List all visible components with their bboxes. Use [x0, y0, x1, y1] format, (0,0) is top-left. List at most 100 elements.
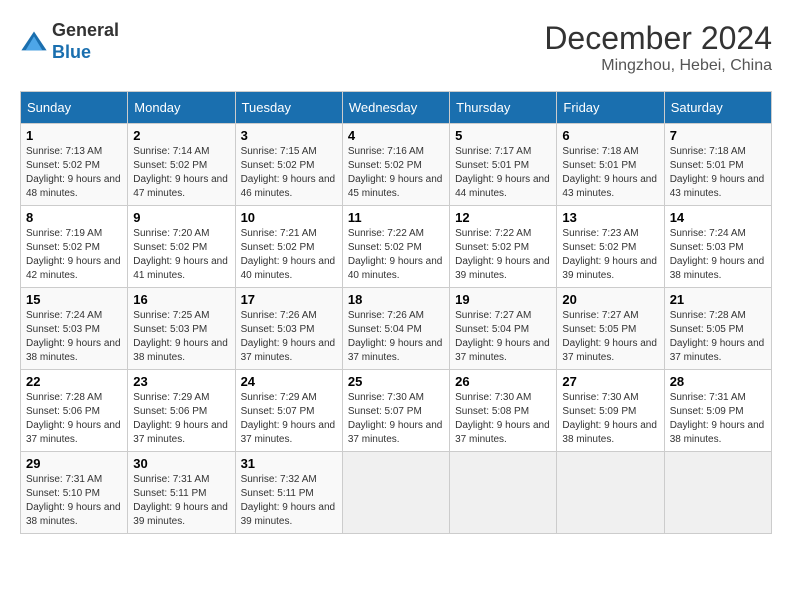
- day-number: 30: [133, 456, 229, 471]
- calendar-cell: 25 Sunrise: 7:30 AMSunset: 5:07 PMDayligh…: [342, 370, 449, 452]
- logo: General Blue: [20, 20, 119, 63]
- calendar-cell: 28 Sunrise: 7:31 AMSunset: 5:09 PMDayligh…: [664, 370, 771, 452]
- day-info: Sunrise: 7:30 AMSunset: 5:09 PMDaylight:…: [562, 391, 658, 447]
- day-number: 15: [26, 292, 122, 307]
- calendar-cell: [664, 452, 771, 534]
- day-number: 5: [455, 128, 551, 143]
- day-number: 21: [670, 292, 766, 307]
- weekday-header-thursday: Thursday: [450, 92, 557, 124]
- day-info: Sunrise: 7:30 AMSunset: 5:07 PMDaylight:…: [348, 391, 444, 447]
- calendar-cell: 9 Sunrise: 7:20 AMSunset: 5:02 PMDaylight…: [128, 206, 235, 288]
- calendar-cell: [450, 452, 557, 534]
- day-number: 23: [133, 374, 229, 389]
- day-number: 12: [455, 210, 551, 225]
- weekday-header-wednesday: Wednesday: [342, 92, 449, 124]
- weekday-header-friday: Friday: [557, 92, 664, 124]
- calendar-cell: 6 Sunrise: 7:18 AMSunset: 5:01 PMDaylight…: [557, 124, 664, 206]
- calendar-cell: 8Sunrise: 7:19 AMSunset: 5:02 PMDaylight…: [21, 206, 128, 288]
- calendar-table: SundayMondayTuesdayWednesdayThursdayFrid…: [20, 91, 772, 534]
- day-info: Sunrise: 7:16 AMSunset: 5:02 PMDaylight:…: [348, 145, 444, 201]
- day-info: Sunrise: 7:29 AMSunset: 5:07 PMDaylight:…: [241, 391, 337, 447]
- day-info: Sunrise: 7:31 AMSunset: 5:09 PMDaylight:…: [670, 391, 766, 447]
- calendar-cell: 15 Sunrise: 7:24 AMSunset: 5:03 PMDayligh…: [21, 288, 128, 370]
- day-info: Sunrise: 7:23 AMSunset: 5:02 PMDaylight:…: [562, 227, 658, 283]
- day-info: Sunrise: 7:14 AMSunset: 5:02 PMDaylight:…: [133, 145, 229, 201]
- day-info: Sunrise: 7:31 AMSunset: 5:11 PMDaylight:…: [133, 473, 229, 529]
- day-number: 6: [562, 128, 658, 143]
- day-info: Sunrise: 7:25 AMSunset: 5:03 PMDaylight:…: [133, 309, 229, 365]
- calendar-cell: 16 Sunrise: 7:25 AMSunset: 5:03 PMDayligh…: [128, 288, 235, 370]
- page-header: General Blue December 2024 Mingzhou, Heb…: [20, 20, 772, 75]
- day-info: Sunrise: 7:27 AMSunset: 5:04 PMDaylight:…: [455, 309, 551, 365]
- day-info: Sunrise: 7:22 AMSunset: 5:02 PMDaylight:…: [455, 227, 551, 283]
- day-info: Sunrise: 7:22 AMSunset: 5:02 PMDaylight:…: [348, 227, 444, 283]
- title-block: December 2024 Mingzhou, Hebei, China: [544, 20, 772, 75]
- day-number: 19: [455, 292, 551, 307]
- day-number: 28: [670, 374, 766, 389]
- day-number: 29: [26, 456, 122, 471]
- calendar-cell: 26 Sunrise: 7:30 AMSunset: 5:08 PMDayligh…: [450, 370, 557, 452]
- day-number: 18: [348, 292, 444, 307]
- calendar-cell: 5Sunrise: 7:17 AMSunset: 5:01 PMDaylight…: [450, 124, 557, 206]
- day-info: Sunrise: 7:24 AMSunset: 5:03 PMDaylight:…: [26, 309, 122, 365]
- calendar-cell: 11 Sunrise: 7:22 AMSunset: 5:02 PMDayligh…: [342, 206, 449, 288]
- calendar-cell: 1 Sunrise: 7:13 AMSunset: 5:02 PMDaylight…: [21, 124, 128, 206]
- day-number: 16: [133, 292, 229, 307]
- day-number: 26: [455, 374, 551, 389]
- calendar-cell: 4 Sunrise: 7:16 AMSunset: 5:02 PMDaylight…: [342, 124, 449, 206]
- logo-icon: [20, 28, 48, 56]
- day-number: 17: [241, 292, 337, 307]
- day-info: Sunrise: 7:13 AMSunset: 5:02 PMDaylight:…: [26, 145, 122, 201]
- calendar-cell: 20 Sunrise: 7:27 AMSunset: 5:05 PMDayligh…: [557, 288, 664, 370]
- location: Mingzhou, Hebei, China: [544, 57, 772, 75]
- calendar-cell: 12 Sunrise: 7:22 AMSunset: 5:02 PMDayligh…: [450, 206, 557, 288]
- day-number: 20: [562, 292, 658, 307]
- calendar-cell: 21Sunrise: 7:28 AMSunset: 5:05 PMDayligh…: [664, 288, 771, 370]
- calendar-week-5: 29Sunrise: 7:31 AMSunset: 5:10 PMDayligh…: [21, 452, 772, 534]
- day-info: Sunrise: 7:27 AMSunset: 5:05 PMDaylight:…: [562, 309, 658, 365]
- day-number: 2: [133, 128, 229, 143]
- calendar-cell: 10Sunrise: 7:21 AMSunset: 5:02 PMDayligh…: [235, 206, 342, 288]
- weekday-header-tuesday: Tuesday: [235, 92, 342, 124]
- day-info: Sunrise: 7:32 AMSunset: 5:11 PMDaylight:…: [241, 473, 337, 529]
- calendar-cell: 14Sunrise: 7:24 AMSunset: 5:03 PMDayligh…: [664, 206, 771, 288]
- calendar-cell: 23 Sunrise: 7:29 AMSunset: 5:06 PMDayligh…: [128, 370, 235, 452]
- calendar-cell: 30 Sunrise: 7:31 AMSunset: 5:11 PMDayligh…: [128, 452, 235, 534]
- calendar-cell: 13 Sunrise: 7:23 AMSunset: 5:02 PMDayligh…: [557, 206, 664, 288]
- calendar-cell: 24Sunrise: 7:29 AMSunset: 5:07 PMDayligh…: [235, 370, 342, 452]
- calendar-cell: 7 Sunrise: 7:18 AMSunset: 5:01 PMDaylight…: [664, 124, 771, 206]
- month-title: December 2024: [544, 20, 772, 57]
- day-info: Sunrise: 7:26 AMSunset: 5:03 PMDaylight:…: [241, 309, 337, 365]
- weekday-header-row: SundayMondayTuesdayWednesdayThursdayFrid…: [21, 92, 772, 124]
- day-number: 4: [348, 128, 444, 143]
- calendar-cell: 2 Sunrise: 7:14 AMSunset: 5:02 PMDaylight…: [128, 124, 235, 206]
- day-info: Sunrise: 7:20 AMSunset: 5:02 PMDaylight:…: [133, 227, 229, 283]
- calendar-cell: 22Sunrise: 7:28 AMSunset: 5:06 PMDayligh…: [21, 370, 128, 452]
- calendar-cell: [557, 452, 664, 534]
- logo-blue: Blue: [52, 42, 91, 62]
- weekday-header-sunday: Sunday: [21, 92, 128, 124]
- day-number: 11: [348, 210, 444, 225]
- day-info: Sunrise: 7:29 AMSunset: 5:06 PMDaylight:…: [133, 391, 229, 447]
- calendar-cell: 3Sunrise: 7:15 AMSunset: 5:02 PMDaylight…: [235, 124, 342, 206]
- day-info: Sunrise: 7:26 AMSunset: 5:04 PMDaylight:…: [348, 309, 444, 365]
- logo-text: General Blue: [52, 20, 119, 63]
- weekday-header-saturday: Saturday: [664, 92, 771, 124]
- day-number: 3: [241, 128, 337, 143]
- day-number: 22: [26, 374, 122, 389]
- calendar-cell: 29Sunrise: 7:31 AMSunset: 5:10 PMDayligh…: [21, 452, 128, 534]
- calendar-cell: 27Sunrise: 7:30 AMSunset: 5:09 PMDayligh…: [557, 370, 664, 452]
- day-number: 9: [133, 210, 229, 225]
- day-info: Sunrise: 7:30 AMSunset: 5:08 PMDaylight:…: [455, 391, 551, 447]
- day-number: 13: [562, 210, 658, 225]
- day-number: 1: [26, 128, 122, 143]
- day-number: 7: [670, 128, 766, 143]
- logo-general: General: [52, 20, 119, 40]
- calendar-cell: 17 Sunrise: 7:26 AMSunset: 5:03 PMDayligh…: [235, 288, 342, 370]
- day-number: 10: [241, 210, 337, 225]
- calendar-week-4: 22Sunrise: 7:28 AMSunset: 5:06 PMDayligh…: [21, 370, 772, 452]
- weekday-header-monday: Monday: [128, 92, 235, 124]
- day-info: Sunrise: 7:18 AMSunset: 5:01 PMDaylight:…: [670, 145, 766, 201]
- day-number: 25: [348, 374, 444, 389]
- day-info: Sunrise: 7:18 AMSunset: 5:01 PMDaylight:…: [562, 145, 658, 201]
